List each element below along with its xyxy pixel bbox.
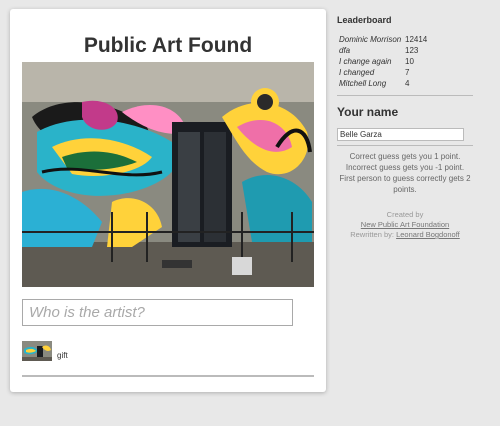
created-by-label: Created by — [386, 210, 424, 219]
rule-first: First person to guess correctly gets 2 p… — [339, 174, 471, 194]
rules-text: Correct guess gets you 1 point. Incorrec… — [329, 151, 481, 195]
leaderboard-score: 7 — [405, 68, 410, 77]
leaderboard-row: I changed 7 — [339, 67, 427, 78]
rule-correct: Correct guess gets you 1 point. — [349, 152, 461, 161]
leaderboard-score: 12414 — [405, 35, 428, 44]
rewritten-by-label: Rewritten by: — [350, 230, 394, 239]
leaderboard-name: Mitchell Long — [339, 79, 387, 88]
leaderboard-name: dfa — [339, 46, 351, 55]
rule-incorrect: Incorrect guess gets you -1 point. — [345, 163, 465, 172]
artist-guess-input[interactable] — [22, 299, 293, 326]
leaderboard-score: 4 — [405, 79, 410, 88]
artwork-thumbnail-row[interactable]: gift — [22, 339, 68, 361]
page-title: Public Art Found — [83, 34, 253, 57]
your-name-title: Your name — [337, 105, 399, 119]
artwork-image — [22, 62, 314, 287]
org-link[interactable]: New Public Art Foundation — [361, 220, 449, 229]
leaderboard-row: Mitchell Long 4 — [339, 78, 427, 89]
card-divider — [22, 375, 314, 377]
leaderboard-row: Dominic Morrison 12414 — [339, 34, 427, 45]
artwork-thumbnail[interactable] — [22, 341, 52, 361]
leaderboard-name: I changed — [339, 68, 375, 77]
leaderboard-divider — [337, 95, 473, 96]
name-divider — [337, 145, 473, 146]
your-name-input[interactable] — [337, 128, 464, 141]
leaderboard-table: Dominic Morrison 12414 dfa 123 I change … — [339, 34, 427, 89]
credits: Created by New Public Art Foundation Rew… — [329, 210, 481, 240]
author-link[interactable]: Leonard Bogdonoff — [396, 230, 460, 239]
leaderboard-row: dfa 123 — [339, 45, 427, 56]
leaderboard-score: 123 — [405, 46, 419, 55]
thumbnail-label: gift — [57, 351, 68, 360]
leaderboard-title: Leaderboard — [337, 15, 392, 25]
leaderboard-name: Dominic Morrison — [339, 35, 402, 44]
leaderboard-row: I change again 10 — [339, 56, 427, 67]
leaderboard-score: 10 — [405, 57, 414, 66]
leaderboard-name: I change again — [339, 57, 392, 66]
main-card: Public Art Found Who is the artist? gift — [10, 9, 326, 392]
